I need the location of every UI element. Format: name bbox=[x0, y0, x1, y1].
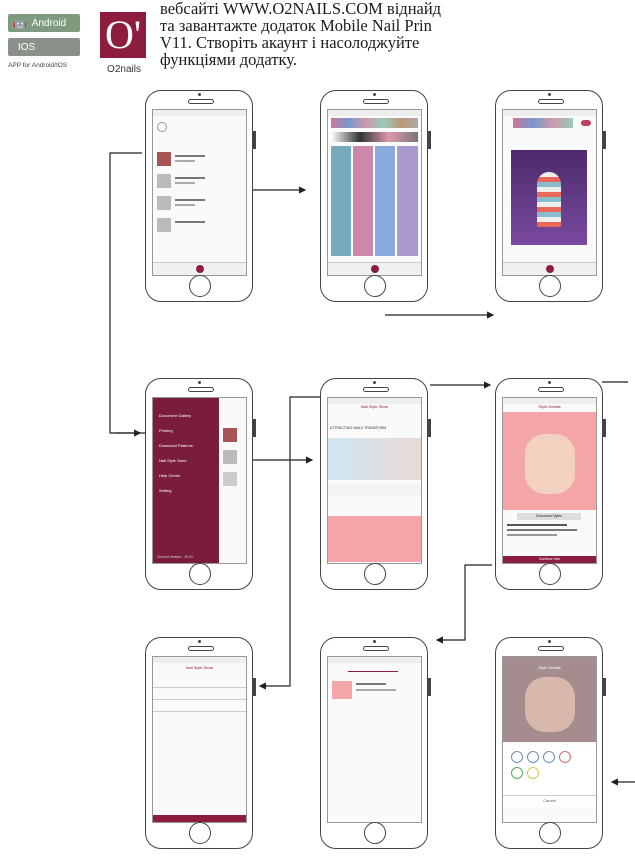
details-screen: Style Details Download Styles Continue U… bbox=[502, 397, 597, 564]
share-screen: Style Details Cancel bbox=[502, 656, 597, 823]
store-banner-2[interactable] bbox=[328, 516, 421, 562]
gallery-screen bbox=[327, 109, 422, 276]
nail-preview bbox=[511, 150, 587, 245]
phone-details-screen: Style Details Download Styles Continue U… bbox=[495, 378, 606, 590]
store-title: Nail Style Store bbox=[360, 404, 389, 409]
logo-name: O2nails bbox=[107, 64, 141, 75]
android-icon: 🤖 bbox=[13, 17, 27, 30]
instructions-text: вебсайті WWW.O2NAILS.COM віднайд та зава… bbox=[160, 0, 635, 68]
home-button[interactable] bbox=[189, 563, 211, 585]
ios-badge: IOS bbox=[8, 38, 80, 56]
o2nails-logo: O' bbox=[100, 12, 146, 58]
app-for-label: APP for Android/IOS bbox=[8, 62, 68, 69]
weibo-icon[interactable] bbox=[559, 751, 571, 763]
store-filter-screen: Nail Style Store bbox=[152, 656, 247, 823]
downloads-screen bbox=[327, 656, 422, 823]
print-icon[interactable] bbox=[370, 265, 379, 273]
nail-photo bbox=[503, 412, 596, 510]
dimmed-photo: Style Details bbox=[503, 657, 596, 742]
home-button[interactable] bbox=[539, 275, 561, 297]
wechat-icon[interactable] bbox=[511, 767, 523, 779]
home-button[interactable] bbox=[189, 822, 211, 844]
ios-label: IOS bbox=[18, 41, 36, 53]
print-icon[interactable] bbox=[195, 265, 204, 273]
instructions-line-4: функціями додатку. bbox=[160, 50, 297, 69]
menu-screen: Document Gallery Printing Download Patte… bbox=[152, 397, 247, 564]
cancel-button[interactable]: Cancel bbox=[503, 795, 596, 803]
facebook-icon[interactable] bbox=[511, 751, 523, 763]
menu-item-nail-style-store[interactable]: Nail Style Store bbox=[159, 453, 193, 468]
menu-item-printing[interactable]: Printing bbox=[159, 423, 193, 438]
home-button[interactable] bbox=[364, 822, 386, 844]
menu-item-download-patterns[interactable]: Download Patterns bbox=[159, 438, 193, 453]
phone-home-screen bbox=[145, 90, 256, 302]
menu-item-setting[interactable]: Setting bbox=[159, 483, 193, 498]
history-icon[interactable] bbox=[157, 122, 167, 132]
phone-preview-screen bbox=[495, 90, 606, 302]
filter-action-bar[interactable] bbox=[153, 815, 246, 822]
twitter-icon[interactable] bbox=[527, 751, 539, 763]
android-badge: 🤖 Android bbox=[8, 14, 80, 32]
store-banner[interactable] bbox=[328, 438, 421, 480]
phone-menu-screen: Document Gallery Printing Download Patte… bbox=[145, 378, 256, 590]
pattern-grid[interactable] bbox=[331, 146, 418, 256]
continue-button[interactable]: Continue Use bbox=[503, 556, 596, 563]
banner-text: ATTRACTING NAILS TRANSFORM bbox=[330, 426, 387, 430]
home-button[interactable] bbox=[364, 275, 386, 297]
download-item-thumb[interactable] bbox=[332, 681, 352, 699]
menu-item-help-center[interactable]: Help Center bbox=[159, 468, 193, 483]
phone-store-filter-screen: Nail Style Store bbox=[145, 637, 256, 849]
side-menu: Document Gallery Printing Download Patte… bbox=[153, 398, 219, 563]
android-label: Android bbox=[31, 17, 67, 29]
moments-icon[interactable] bbox=[527, 767, 539, 779]
toggle-switch[interactable] bbox=[581, 120, 591, 126]
print-icon[interactable] bbox=[545, 265, 554, 273]
phone-share-screen: Style Details Cancel bbox=[495, 637, 606, 849]
tumblr-icon[interactable] bbox=[543, 751, 555, 763]
version-label: Current Version : 10.01 bbox=[157, 555, 193, 559]
store-screen: Nail Style Store ATTRACTING NAILS TRANSF… bbox=[327, 397, 422, 564]
home-button[interactable] bbox=[364, 563, 386, 585]
phone-downloads-screen bbox=[320, 637, 431, 849]
home-button[interactable] bbox=[189, 275, 211, 297]
store-title-2: Nail Style Store bbox=[185, 665, 214, 670]
home-screen bbox=[152, 109, 247, 276]
share-sheet: Cancel bbox=[503, 745, 596, 807]
share-title: Style Details bbox=[538, 665, 561, 670]
details-title: Style Details bbox=[538, 404, 561, 409]
phone-gallery-screen bbox=[320, 90, 431, 302]
download-styles-button[interactable]: Download Styles bbox=[517, 513, 581, 520]
menu-item-document-gallery[interactable]: Document Gallery bbox=[159, 408, 193, 423]
preview-screen bbox=[502, 109, 597, 276]
home-button[interactable] bbox=[539, 822, 561, 844]
home-button[interactable] bbox=[539, 563, 561, 585]
phone-store-screen: Nail Style Store ATTRACTING NAILS TRANSF… bbox=[320, 378, 431, 590]
